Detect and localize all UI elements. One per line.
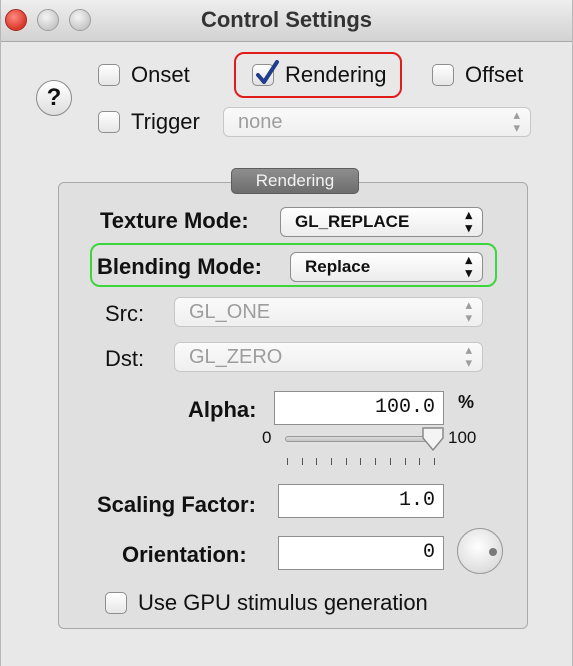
control-settings-window: Control Settings ? Onset Rendering Offse…: [0, 0, 573, 666]
texture-mode-value: GL_REPLACE: [295, 212, 410, 231]
trigger-select[interactable]: none ▴ ▾: [223, 107, 531, 137]
offset-label: Offset: [465, 62, 524, 87]
use-gpu-label: Use GPU stimulus generation: [138, 590, 428, 615]
dst-value: GL_ZERO: [189, 346, 283, 368]
src-label: Src:: [105, 301, 145, 326]
scaling-factor-field[interactable]: 1.0: [278, 484, 444, 518]
texture-mode-label: Texture Mode:: [100, 208, 249, 233]
trigger-select-value: none: [238, 111, 283, 133]
dst-select[interactable]: GL_ZERO ▴ ▾: [174, 342, 483, 372]
alpha-unit: %: [458, 392, 475, 412]
blending-mode-highlight-outline: [90, 243, 497, 287]
orientation-dial-indicator: [489, 548, 497, 556]
orientation-label: Orientation:: [122, 542, 247, 567]
title-bar: Control Settings: [1, 0, 572, 42]
orientation-dial[interactable]: [457, 528, 503, 574]
trigger-checkbox[interactable]: [98, 111, 120, 133]
updown-arrows-icon: ▴ ▾: [465, 342, 472, 370]
src-value: GL_ONE: [189, 301, 271, 323]
updown-arrows-icon: ▴ ▾: [513, 107, 520, 135]
window-title: Control Settings: [200, 7, 373, 32]
updown-arrows-icon: ▴ ▾: [465, 297, 472, 325]
rendering-group-title: Rendering: [231, 168, 359, 194]
alpha-field[interactable]: 100.0: [274, 391, 444, 425]
alpha-slider-knob[interactable]: [421, 426, 445, 452]
src-select[interactable]: GL_ONE ▴ ▾: [174, 297, 483, 327]
alpha-slider-min: 0: [262, 428, 272, 447]
rendering-highlight-outline: [234, 52, 402, 98]
alpha-slider-ticks: [287, 458, 435, 466]
alpha-slider-max: 100: [448, 428, 477, 447]
updown-arrows-icon: ▴ ▾: [465, 207, 472, 235]
use-gpu-checkbox[interactable]: [105, 592, 127, 614]
onset-label: Onset: [131, 62, 190, 87]
texture-mode-select[interactable]: GL_REPLACE ▴ ▾: [280, 207, 483, 237]
alpha-slider-track[interactable]: [285, 436, 433, 442]
onset-checkbox[interactable]: [98, 64, 120, 86]
trigger-label: Trigger: [131, 109, 200, 134]
dst-label: Dst:: [105, 346, 145, 371]
offset-checkbox[interactable]: [432, 64, 454, 86]
help-button[interactable]: ?: [36, 80, 72, 116]
scaling-factor-label: Scaling Factor:: [97, 492, 256, 517]
orientation-field[interactable]: 0: [278, 536, 444, 570]
alpha-label: Alpha:: [188, 397, 257, 422]
